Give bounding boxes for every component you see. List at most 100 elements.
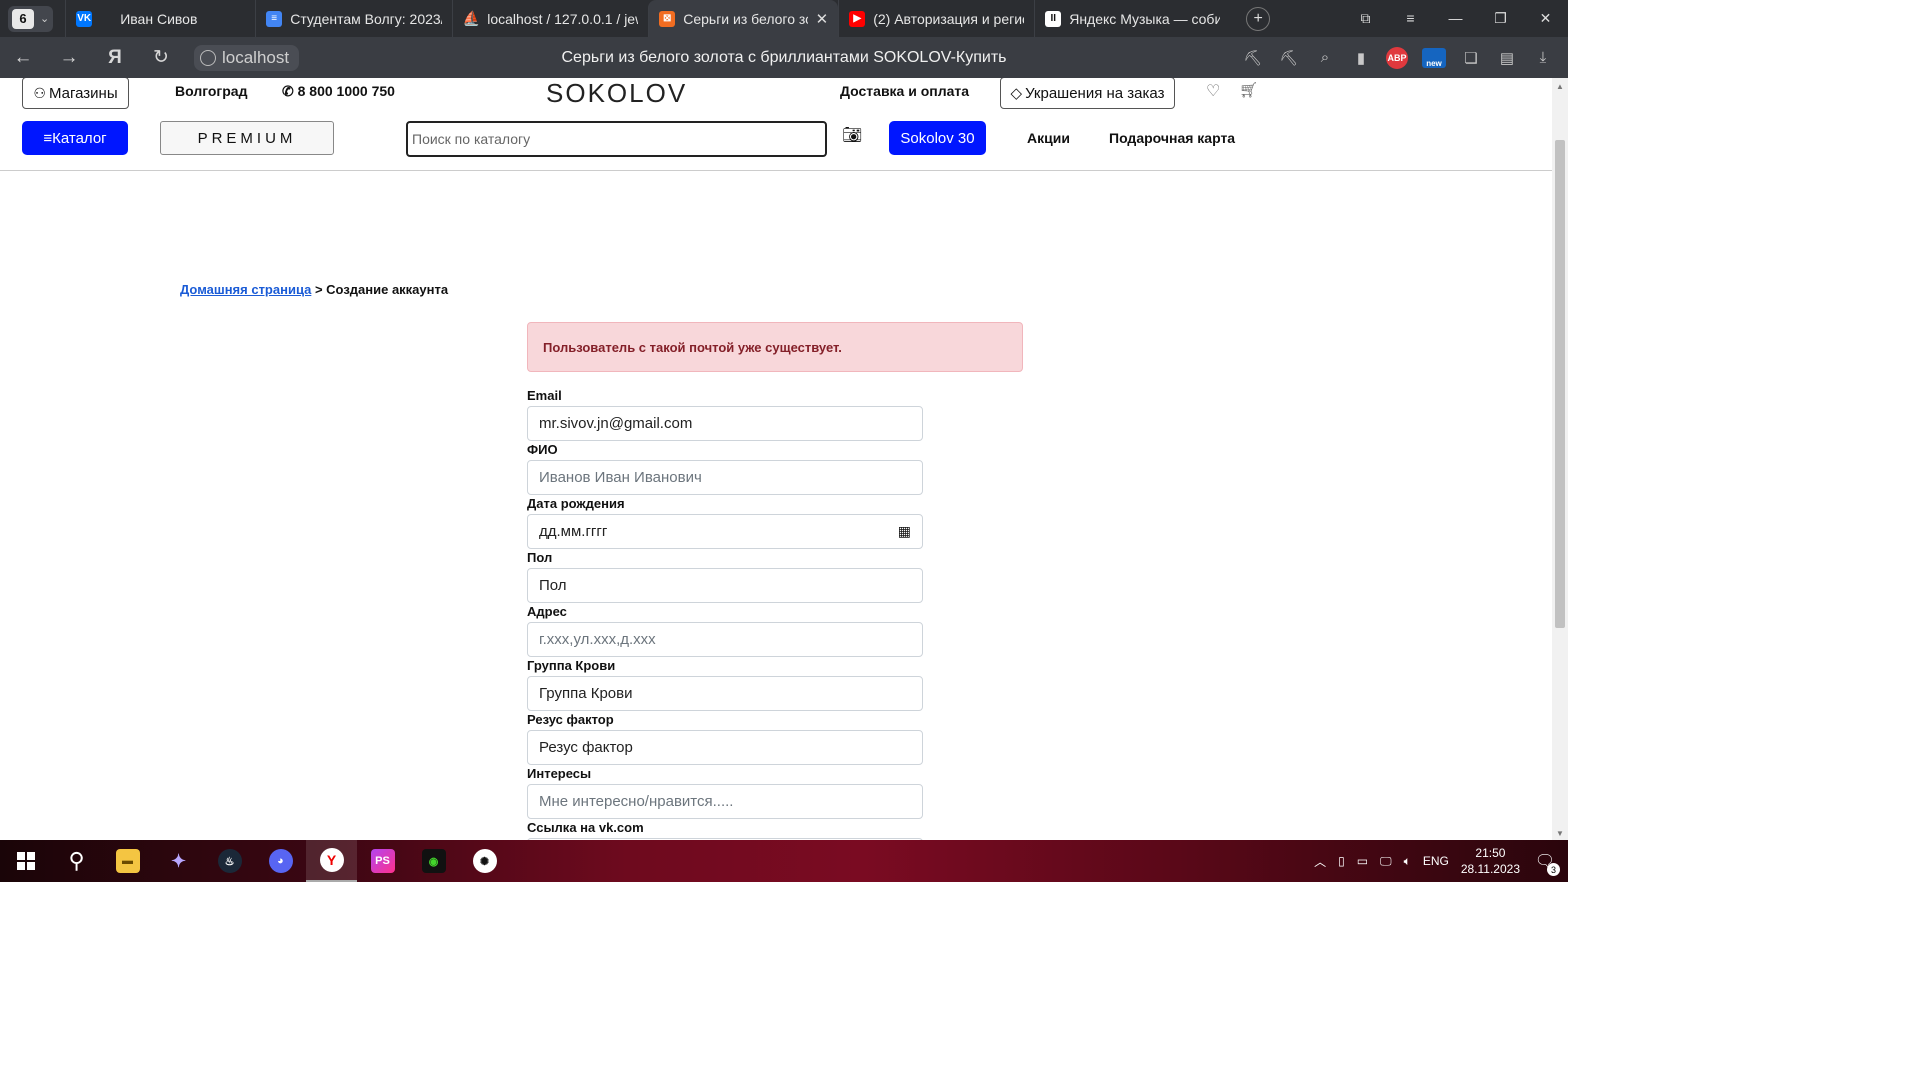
file-explorer-icon[interactable]: ▬ <box>102 840 153 882</box>
browser-tab[interactable]: II Яндекс Музыка — собир <box>1034 0 1230 37</box>
usb-icon[interactable]: ▯ <box>1338 854 1345 868</box>
blood-group-label: Группа Крови <box>527 658 616 673</box>
clock-time: 21:50 <box>1475 846 1506 860</box>
stores-button[interactable]: ⚇ Магазины <box>22 78 129 109</box>
notifications-button[interactable]: 🗨︎ 3 <box>1532 848 1560 876</box>
browser-tab[interactable]: ⛵ localhost / 127.0.0.1 / jew <box>452 0 648 37</box>
system-tray: ︿ ▯ ▭ 🖵︎ 🔈︎ ENG 21:50 28.11.2023 🗨︎ 3 <box>1314 845 1568 877</box>
heart-icon[interactable]: ♡ <box>1206 81 1220 101</box>
scrollbar-thumb[interactable] <box>1555 140 1565 628</box>
camera-search-icon[interactable]: 📷︎ <box>842 125 862 145</box>
translate-page-icon[interactable]: ⛏ <box>1278 49 1300 67</box>
start-button[interactable] <box>0 840 51 882</box>
browser-tab[interactable]: ▶ (2) Авторизация и регис <box>838 0 1034 37</box>
clock[interactable]: 21:50 28.11.2023 <box>1461 845 1520 877</box>
language-indicator[interactable]: ENG <box>1423 854 1449 868</box>
discord-icon[interactable]: ◕ <box>255 840 306 882</box>
email-field[interactable]: mr.sivov.jn@gmail.com <box>527 406 923 441</box>
forward-icon[interactable]: → <box>46 47 92 69</box>
phpstorm-icon[interactable]: PS <box>357 840 408 882</box>
address-group: Адрес г.ххх,ул.ххх,д.ххх <box>527 604 923 658</box>
new-extension-icon[interactable]: new <box>1422 47 1446 68</box>
volume-icon[interactable]: 🔈︎ <box>1404 854 1411 869</box>
collections-icon[interactable]: ⧉ <box>1343 10 1388 27</box>
page-scrollbar[interactable]: ▲ ▼ <box>1552 78 1568 840</box>
window-controls: ⧉ ≡ — ❐ ✕ <box>1343 10 1568 27</box>
tab-title: Студентам Волгу: 2023/2 <box>290 10 443 27</box>
search-icon[interactable]: ⚲ <box>51 840 102 882</box>
phpmyadmin-icon: ⛵ <box>462 10 480 26</box>
show-hidden-icons-icon[interactable]: ︿ <box>1314 853 1326 870</box>
premium-button[interactable]: PREMIUM <box>160 121 334 155</box>
address-field[interactable]: г.ххх,ул.ххх,д.ххх <box>527 622 923 657</box>
pdf-icon[interactable]: ▤ <box>1496 49 1518 67</box>
breadcrumb-home-link[interactable]: Домашняя страница <box>180 282 311 297</box>
translate-icon[interactable]: ⛏ <box>1242 49 1264 67</box>
address-label: Адрес <box>527 604 567 619</box>
battery-icon[interactable]: ▭ <box>1357 854 1368 868</box>
catalog-button[interactable]: ≡Каталог <box>22 121 128 155</box>
birthdate-field[interactable]: дд.мм.гггг ▦ <box>527 514 923 549</box>
search-icon[interactable]: ⌕ <box>1314 49 1336 66</box>
rh-factor-field[interactable]: Резус фактор <box>527 730 923 765</box>
download-icon[interactable]: ⤓ <box>1532 49 1554 66</box>
birthdate-value: дд.мм.гггг <box>539 523 608 540</box>
tab-title: Яндекс Музыка — собир <box>1069 10 1221 27</box>
steam-icon[interactable]: ♨ <box>204 840 255 882</box>
gift-card-link[interactable]: Подарочная карта <box>1109 130 1235 146</box>
cart-icon[interactable]: 🛒︎ <box>1239 81 1258 99</box>
fullname-field[interactable]: Иванов Иван Иванович <box>527 460 923 495</box>
back-icon[interactable]: ← <box>0 47 46 69</box>
yandex-browser-icon[interactable]: Y <box>306 840 357 882</box>
close-tab-icon[interactable]: ✕ <box>816 10 829 28</box>
scroll-down-icon[interactable]: ▼ <box>1552 829 1568 838</box>
gender-field[interactable]: Пол <box>527 568 923 603</box>
menu-icon[interactable]: ≡ <box>1388 10 1433 27</box>
razer-icon[interactable]: ◉ <box>408 840 459 882</box>
phone-number: 8 800 1000 750 <box>297 83 395 99</box>
url-field[interactable]: localhost <box>194 44 300 71</box>
docs-icon: ≡ <box>266 10 283 27</box>
browser-tab[interactable]: ≡ Студентам Волгу: 2023/2 <box>255 0 452 37</box>
promo-link[interactable]: Акции <box>1027 130 1070 146</box>
chatgpt-icon[interactable]: ✺ <box>459 840 510 882</box>
site-logo[interactable]: SOKOLOV <box>546 78 687 109</box>
phone-link[interactable]: ✆ 8 800 1000 750 <box>282 83 395 100</box>
gender-label: Пол <box>527 550 553 565</box>
sokolov30-button[interactable]: Sokolov 30 <box>889 121 986 155</box>
site-info-icon[interactable] <box>200 49 216 66</box>
calendar-icon[interactable]: ▦ <box>898 523 911 540</box>
new-tab-button[interactable]: + <box>1246 6 1271 31</box>
chevron-down-icon: ⌄ <box>40 13 50 25</box>
vk-link-label: Ссылка на vk.com <box>527 820 644 835</box>
close-window-button[interactable]: ✕ <box>1523 10 1568 27</box>
interests-label: Интересы <box>527 766 592 781</box>
adblock-icon[interactable]: ABP <box>1386 46 1408 69</box>
tab-counter-button[interactable]: 6 ⌄ <box>8 5 54 32</box>
custom-jewelry-button[interactable]: ◇ Украшения на заказ <box>1000 78 1175 109</box>
minimize-button[interactable]: — <box>1433 10 1478 27</box>
scroll-up-icon[interactable]: ▲ <box>1552 82 1568 91</box>
fullname-label: ФИО <box>527 442 558 457</box>
tab-title: Серьги из белого золо <box>683 10 807 27</box>
windows-taskbar: ⚲ ▬ ✦ ♨ ◕ Y PS ◉ ✺ ︿ ▯ ▭ 🖵︎ 🔈︎ ENG 21:50… <box>0 840 1568 882</box>
windows-icon <box>16 852 35 870</box>
delivery-link[interactable]: Доставка и оплата <box>840 83 969 99</box>
address-bar: ← → Я ↻ localhost Серьги из белого золот… <box>0 37 1568 78</box>
network-icon[interactable]: 🖵︎ <box>1380 854 1392 869</box>
browser-tab[interactable]: VK Иван Сивов <box>65 0 255 37</box>
city-link[interactable]: Волгоград <box>175 83 247 99</box>
search-input[interactable] <box>406 121 827 157</box>
notification-count: 3 <box>1547 863 1560 876</box>
interests-field[interactable]: Мне интересно/нравится..... <box>527 784 923 819</box>
bookmark-icon[interactable]: ▮ <box>1350 49 1372 67</box>
browser-tab-active[interactable]: ⊠ Серьги из белого золо ✕ <box>648 0 839 37</box>
custom-jewelry-label: Украшения на заказ <box>1025 84 1165 102</box>
blood-group-field[interactable]: Группа Крови <box>527 676 923 711</box>
reading-list-icon[interactable]: ❏ <box>1460 49 1482 67</box>
restore-button[interactable]: ❐ <box>1478 10 1523 27</box>
game-launcher-icon[interactable]: ✦ <box>153 840 204 882</box>
yandex-icon[interactable]: Я <box>92 47 138 69</box>
vk-link-group: Ссылка на vk.com <box>527 820 923 840</box>
reload-icon[interactable]: ↻ <box>138 46 184 69</box>
